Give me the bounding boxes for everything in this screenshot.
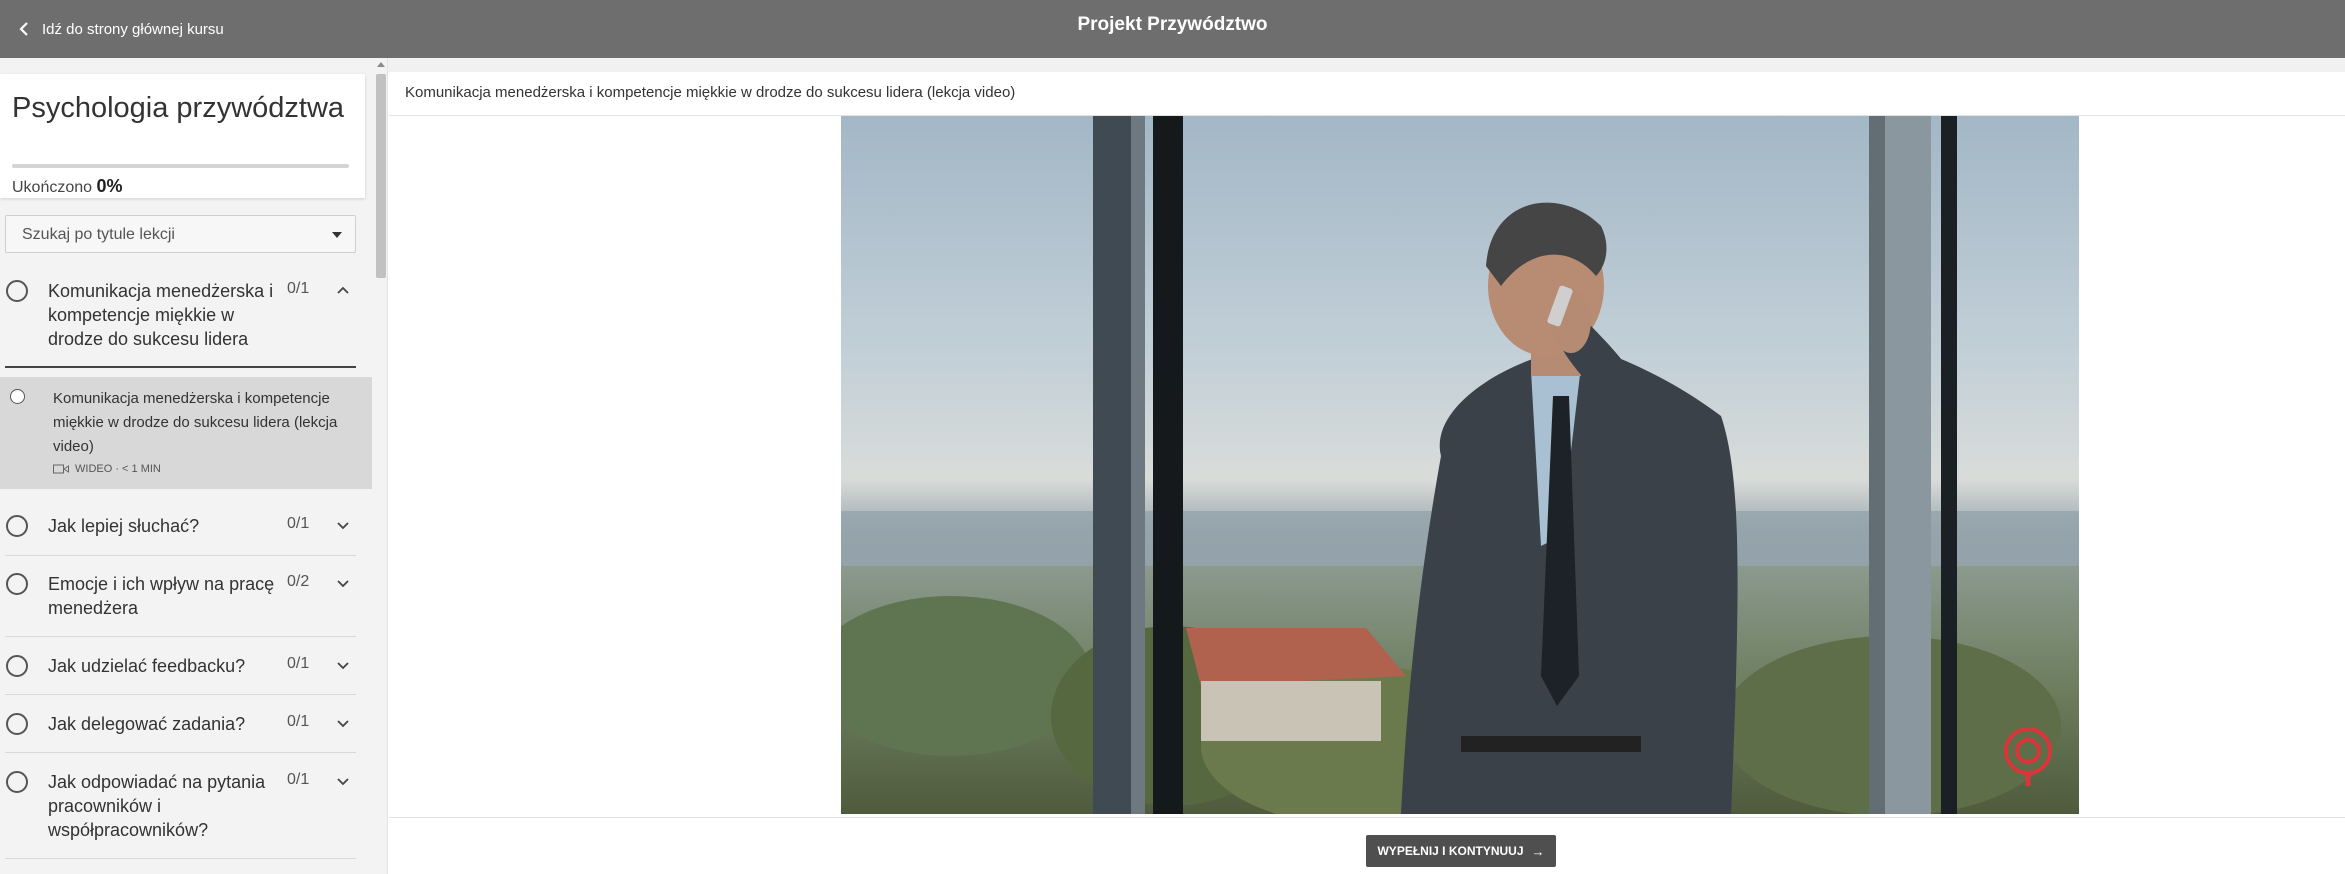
completion-status: Ukończono 0% — [12, 176, 123, 197]
video-frame — [841, 116, 2079, 814]
lesson-search-select[interactable]: Szukaj po tytule lekcji — [5, 215, 356, 253]
status-circle-icon — [6, 655, 28, 677]
lesson-item-active[interactable]: Komunikacja menedżerska i kompetencje mi… — [0, 377, 372, 489]
chevron-down-icon[interactable] — [336, 658, 350, 672]
section-divider — [5, 752, 356, 753]
section-delegation[interactable]: Jak delegować zadania? 0/1 — [0, 713, 356, 741]
section-title: Jak lepiej słuchać? — [48, 516, 200, 536]
caret-down-icon — [332, 232, 342, 238]
section-emotions[interactable]: Emocje i ich wpływ na pracę menedżera 0/… — [0, 573, 356, 623]
section-divider — [5, 366, 356, 368]
section-title: Jak odpowiadać na pytania pracowników i … — [48, 772, 266, 840]
sidebar-scrollbar-thumb[interactable] — [376, 74, 386, 278]
section-title: Jak delegować zadania? — [48, 714, 246, 734]
module-summary-card: Psychologia przywództwa Ukończono 0% — [0, 74, 365, 198]
lesson-header: Komunikacja menedżerska i kompetencje mi… — [389, 72, 2345, 116]
chevron-down-icon[interactable] — [336, 576, 350, 590]
status-circle-icon — [6, 280, 28, 302]
section-title: Jak udzielać feedbacku? — [48, 656, 246, 676]
lesson-footer: WYPEŁNIJ I KONTYNUUJ → — [389, 817, 2345, 874]
section-count: 0/1 — [287, 771, 310, 788]
completed-label: Ukończono — [12, 179, 93, 196]
lesson-sidebar: Psychologia przywództwa Ukończono 0% Szu… — [0, 58, 388, 874]
chevron-up-icon[interactable] — [336, 283, 350, 297]
status-circle-icon — [6, 713, 28, 735]
scroll-up-arrow-icon[interactable] — [377, 62, 385, 67]
lesson-search-placeholder: Szukaj po tytule lekcji — [22, 226, 175, 243]
section-feedback[interactable]: Jak udzielać feedbacku? 0/1 — [0, 655, 356, 683]
module-title: Psychologia przywództwa — [12, 92, 345, 124]
lesson-item-meta: WIDEO · < 1 MIN — [53, 463, 161, 475]
section-divider — [5, 636, 356, 637]
section-communication[interactable]: Komunikacja menedżerska i kompetencje mi… — [0, 280, 356, 352]
lesson-item-meta-text: WIDEO · < 1 MIN — [75, 463, 161, 475]
video-camera-icon — [53, 464, 69, 474]
lesson-content: Komunikacja menedżerska i kompetencje mi… — [389, 72, 2345, 874]
section-count: 0/1 — [287, 280, 310, 297]
lesson-item-title: Komunikacja menedżerska i kompetencje mi… — [53, 390, 338, 455]
module-progress-bar — [12, 164, 349, 168]
section-count: 0/1 — [287, 655, 310, 672]
lesson-status-circle-icon — [10, 389, 25, 404]
section-divider — [5, 555, 356, 556]
chevron-down-icon[interactable] — [336, 518, 350, 532]
status-circle-icon — [6, 573, 28, 595]
section-count: 0/1 — [287, 713, 310, 730]
lesson-title: Komunikacja menedżerska i kompetencje mi… — [405, 84, 1016, 101]
status-circle-icon — [6, 771, 28, 793]
section-divider — [5, 694, 356, 695]
chevron-down-icon[interactable] — [336, 716, 350, 730]
completed-value: 0% — [96, 176, 123, 196]
arrow-right-icon: → — [1531, 843, 1545, 859]
complete-and-continue-button[interactable]: WYPEŁNIJ I KONTYNUUJ → — [1366, 835, 1556, 867]
section-title: Komunikacja menedżerska i kompetencje mi… — [48, 281, 274, 349]
course-title: Projekt Przywództwo — [1077, 14, 1268, 35]
sidebar-scrollbar[interactable] — [374, 58, 387, 874]
sidebar-content: Psychologia przywództwa Ukończono 0% Szu… — [0, 58, 374, 874]
continue-button-label: WYPEŁNIJ I KONTYNUUJ — [1377, 844, 1524, 858]
top-bar: Idź do strony głównej kursu Projekt Przy… — [0, 0, 2345, 58]
section-count: 0/2 — [287, 573, 310, 590]
section-questions[interactable]: Jak odpowiadać na pytania pracowników i … — [0, 771, 356, 845]
section-divider — [5, 858, 356, 859]
section-count: 0/1 — [287, 515, 310, 532]
status-circle-icon — [6, 515, 28, 537]
chevron-down-icon[interactable] — [336, 774, 350, 788]
video-player[interactable] — [841, 116, 2079, 814]
section-title: Emocje i ich wpływ na pracę menedżera — [48, 574, 275, 618]
section-listening[interactable]: Jak lepiej słuchać? 0/1 — [0, 515, 356, 543]
